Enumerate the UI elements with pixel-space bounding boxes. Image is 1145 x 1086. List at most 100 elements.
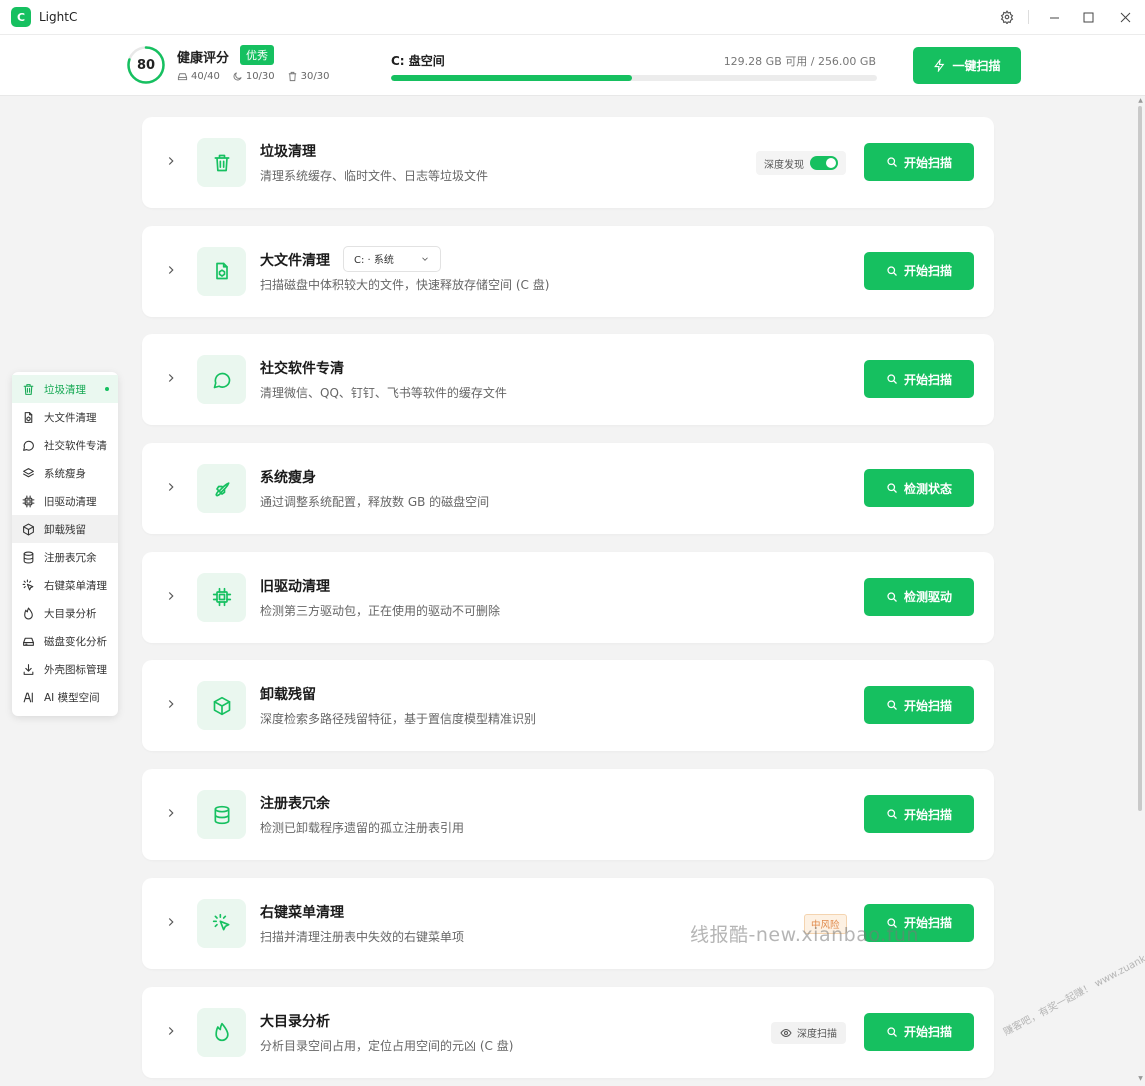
- card-action-button[interactable]: 开始扫描: [864, 251, 974, 290]
- sidebar-item-label: 社交软件专清: [44, 439, 107, 452]
- feature-card[interactable]: 社交软件专清 清理微信、QQ、钉钉、飞书等软件的缓存文件 开始扫描: [142, 334, 994, 426]
- card-title: 社交软件专清: [260, 361, 344, 378]
- chevron-right-icon[interactable]: [164, 371, 178, 385]
- chevron-right-icon[interactable]: [164, 806, 178, 820]
- sidebar-item[interactable]: 外壳图标管理: [12, 655, 118, 683]
- sidebar-item-label: 旧驱动清理: [44, 495, 97, 508]
- scroll-down-arrow[interactable]: ▼: [1137, 1076, 1144, 1082]
- card-title: 系统瘦身: [260, 470, 316, 487]
- search-icon: [887, 809, 897, 820]
- card-action-button[interactable]: 开始扫描: [864, 1012, 974, 1051]
- card-action-button[interactable]: 开始扫描: [864, 360, 974, 399]
- flame-icon: [24, 607, 33, 619]
- chevron-right-icon[interactable]: [164, 154, 178, 168]
- trash-icon: [23, 383, 34, 395]
- card-action-label: 开始扫描: [903, 155, 952, 170]
- card-icon-tile: [197, 246, 246, 296]
- deep-scan-label: 深度扫描: [797, 1029, 837, 1040]
- card-action-button[interactable]: 开始扫描: [864, 143, 974, 181]
- feature-card[interactable]: 卸载残留 深度检索多路径残留特征，基于置信度模型精准识别 开始扫描: [142, 660, 994, 752]
- chevron-right-icon[interactable]: [164, 1024, 178, 1038]
- deep-scan-toggle[interactable]: 深度扫描: [771, 1021, 846, 1044]
- chevron-right-icon[interactable]: [164, 480, 178, 494]
- sidebar-item[interactable]: 社交软件专清: [12, 431, 118, 459]
- side-nav: 垃圾清理大文件清理社交软件专清 系统瘦身旧驱动清理卸载残留 注册表冗余 右键菜单清理大…: [12, 372, 118, 716]
- chip-icon: [22, 495, 35, 507]
- watermark-corner-text: 赚客吧，有奖一起赚！ www.zuanke8.com: [1001, 936, 1145, 1039]
- maximize-button[interactable]: [1071, 4, 1105, 30]
- feature-card[interactable]: 大文件清理 扫描磁盘中体积较大的文件，快速释放存储空间 (C 盘) C: · 系统开…: [142, 225, 994, 317]
- feature-card[interactable]: 垃圾清理 清理系统缓存、临时文件、日志等垃圾文件 深度发现 开始扫描: [142, 117, 994, 208]
- card-action-label: 检测状态: [903, 481, 952, 496]
- feature-card[interactable]: 系统瘦身 通过调整系统配置，释放数 GB 的磁盘空间 检测状态: [142, 443, 994, 535]
- health-stat-text: 40/40: [191, 71, 220, 82]
- card-description: 清理系统缓存、临时文件、日志等垃圾文件: [260, 169, 489, 183]
- drive-select[interactable]: C: · 系统: [343, 245, 441, 272]
- card-icon-tile: [197, 898, 246, 948]
- minimize-button[interactable]: [1037, 4, 1071, 30]
- sidebar-item-label: 系统瘦身: [44, 467, 86, 480]
- card-description: 检测已卸载程序遗留的孤立注册表引用: [260, 821, 465, 836]
- sidebar-item[interactable]: 磁盘变化分析: [12, 627, 118, 655]
- chevron-right-icon[interactable]: [164, 263, 178, 277]
- scroll-up-arrow[interactable]: ▲: [1137, 98, 1144, 104]
- one-click-scan-button[interactable]: 一键扫描: [913, 47, 1021, 84]
- search-icon: [887, 483, 897, 494]
- card-icon-tile: [197, 1007, 246, 1057]
- title-bar: C LightC: [0, 0, 1145, 34]
- card-icon-tile: [197, 464, 246, 514]
- deep-discovery-label: 深度发现: [764, 159, 804, 171]
- card-action-button[interactable]: 开始扫描: [864, 686, 974, 725]
- watermark-text: 线报酷-new.xianbao.fun: [690, 924, 919, 946]
- one-click-scan-label: 一键扫描: [952, 59, 1001, 73]
- settings-button[interactable]: [994, 4, 1020, 30]
- search-icon: [887, 700, 897, 711]
- feature-card[interactable]: 注册表冗余 检测已卸载程序遗留的孤立注册表引用 开始扫描: [142, 769, 994, 861]
- card-icon-tile: [197, 681, 246, 731]
- sidebar-item[interactable]: 大文件清理: [12, 403, 118, 431]
- sidebar-item-label: 大文件清理: [44, 411, 97, 424]
- active-indicator-dot: [105, 387, 109, 391]
- toggle-switch[interactable]: [810, 156, 838, 170]
- sidebar-item[interactable]: 系统瘦身: [12, 459, 118, 487]
- sidebar-item[interactable]: 注册表冗余: [12, 543, 118, 571]
- card-action-button[interactable]: 检测驱动: [864, 577, 974, 616]
- search-icon: [887, 157, 897, 167]
- sidebar-item-label: 外壳图标管理: [44, 663, 107, 676]
- sidebar-item[interactable]: 垃圾清理: [12, 375, 118, 403]
- card-description: 扫描并清理注册表中失效的右键菜单项: [260, 929, 465, 944]
- sidebar-item[interactable]: 右键菜单清理: [12, 571, 118, 599]
- sidebar-item-label: 垃圾清理: [44, 383, 86, 396]
- scrollbar-thumb[interactable]: [1138, 106, 1142, 811]
- chevron-right-icon[interactable]: [164, 915, 178, 929]
- chevron-right-icon[interactable]: [164, 697, 178, 711]
- card-action-label: 检测驱动: [903, 590, 952, 605]
- card-action-button[interactable]: 开始扫描: [864, 795, 974, 834]
- feature-card[interactable]: 旧驱动清理 检测第三方驱动包，正在使用的驱动不可删除 检测驱动: [142, 551, 994, 643]
- database-icon: [23, 551, 34, 563]
- feature-card[interactable]: 大目录分析 分析目录空间占用，定位占用空间的元凶 (C 盘) 深度扫描 开始扫描: [142, 986, 994, 1078]
- drive-icon: [23, 637, 34, 646]
- health-header: 80 健康评分 优秀 40/40 10/30 30/30 C: 盘空间 129.…: [0, 34, 1145, 96]
- chevron-right-icon[interactable]: [164, 589, 178, 603]
- sidebar-item-label: 大目录分析: [44, 607, 97, 620]
- rocket-icon: [214, 481, 229, 497]
- lightning-icon: [934, 59, 945, 72]
- sidebar-item[interactable]: AI 模型空间: [12, 683, 118, 711]
- sidebar-item[interactable]: 旧驱动清理: [12, 487, 118, 515]
- app-logo-icon: C: [11, 7, 31, 27]
- drive-select-value: C: · 系统: [354, 255, 394, 267]
- drive-icon: [177, 73, 188, 81]
- health-stat-text: 30/30: [300, 71, 330, 82]
- card-action-button[interactable]: 检测状态: [864, 469, 974, 508]
- deep-discovery-toggle[interactable]: 深度发现: [756, 151, 846, 175]
- sidebar-item-label: AI 模型空间: [44, 691, 100, 704]
- sidebar-item[interactable]: 大目录分析: [12, 599, 118, 627]
- search-icon: [887, 374, 897, 385]
- sidebar-item[interactable]: 卸载残留: [12, 515, 118, 543]
- gear-icon: [1000, 10, 1014, 24]
- close-button[interactable]: [1105, 4, 1145, 30]
- card-action-label: 开始扫描: [903, 807, 952, 822]
- card-title: 旧驱动清理: [260, 578, 330, 595]
- close-icon: [1120, 12, 1130, 22]
